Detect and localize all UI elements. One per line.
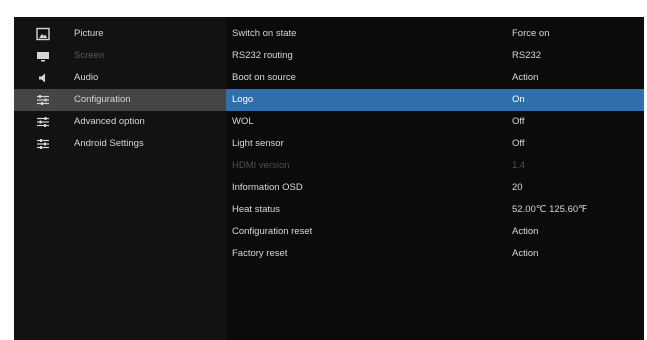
sidebar: Picture Screen Audio Configuration Advan… (14, 17, 226, 340)
setting-value: Action (512, 226, 539, 237)
setting-row-light-sensor[interactable]: Light sensor Off (226, 133, 644, 155)
setting-value: 20 (512, 182, 523, 193)
sidebar-item-picture[interactable]: Picture (14, 23, 226, 45)
setting-label: Configuration reset (232, 226, 313, 237)
setting-value: RS232 (512, 50, 542, 61)
sidebar-item-audio[interactable]: Audio (14, 67, 226, 89)
osd-menu: Picture Screen Audio Configuration Advan… (14, 17, 644, 340)
setting-label: Heat status (232, 204, 281, 215)
setting-row-information-osd[interactable]: Information OSD 20 (226, 177, 644, 199)
setting-value: Off (512, 116, 525, 127)
setting-row-configuration-reset[interactable]: Configuration reset Action (226, 221, 644, 243)
setting-value: Action (512, 72, 539, 83)
setting-row-hdmi-version: HDMI version 1.4 (226, 155, 644, 177)
setting-value: Off (512, 138, 525, 149)
setting-value: Force on (512, 28, 550, 39)
screen-icon (37, 52, 49, 62)
setting-label: Information OSD (232, 182, 303, 193)
setting-label: HDMI version (232, 160, 290, 171)
setting-label: RS232 routing (232, 50, 293, 61)
sidebar-item-label: Configuration (74, 94, 131, 105)
setting-label: Boot on source (232, 72, 296, 83)
setting-value: 1.4 (512, 160, 526, 171)
setting-value: 52.00℃ 125.60℉ (512, 204, 588, 215)
sidebar-item-screen[interactable]: Screen (14, 45, 226, 67)
setting-label: Switch on state (232, 28, 297, 39)
picture-icon (36, 27, 50, 41)
setting-label: Factory reset (232, 248, 288, 259)
sidebar-item-label: Audio (74, 72, 99, 83)
setting-label: Light sensor (232, 138, 284, 149)
sidebar-item-label: Screen (74, 50, 105, 61)
setting-value: Action (512, 248, 539, 259)
setting-value: On (512, 94, 525, 105)
sidebar-item-label: Picture (74, 28, 104, 39)
setting-row-wol[interactable]: WOL Off (226, 111, 644, 133)
audio-icon (39, 73, 45, 83)
android-settings-icon (37, 139, 49, 149)
setting-label: Logo (232, 94, 254, 105)
setting-row-switch-on-state[interactable]: Switch on state Force on (226, 23, 644, 45)
sidebar-item-label: Advanced option (74, 116, 145, 127)
sidebar-item-configuration[interactable]: Configuration (14, 89, 226, 111)
setting-row-factory-reset[interactable]: Factory reset Action (226, 243, 644, 265)
advanced-option-icon (37, 117, 49, 127)
setting-row-heat-status[interactable]: Heat status 52.00℃ 125.60℉ (226, 199, 644, 221)
setting-row-logo[interactable]: Logo On (226, 89, 644, 111)
setting-label: WOL (232, 116, 254, 127)
settings-list: Switch on state Force on RS232 routing R… (226, 17, 644, 340)
setting-row-boot-on-source[interactable]: Boot on source Action (226, 67, 644, 89)
sidebar-item-android-settings[interactable]: Android Settings (14, 133, 226, 155)
setting-row-rs232-routing[interactable]: RS232 routing RS232 (226, 45, 644, 67)
sidebar-item-advanced-option[interactable]: Advanced option (14, 111, 226, 133)
sidebar-item-label: Android Settings (74, 138, 144, 149)
configuration-icon (37, 95, 49, 105)
